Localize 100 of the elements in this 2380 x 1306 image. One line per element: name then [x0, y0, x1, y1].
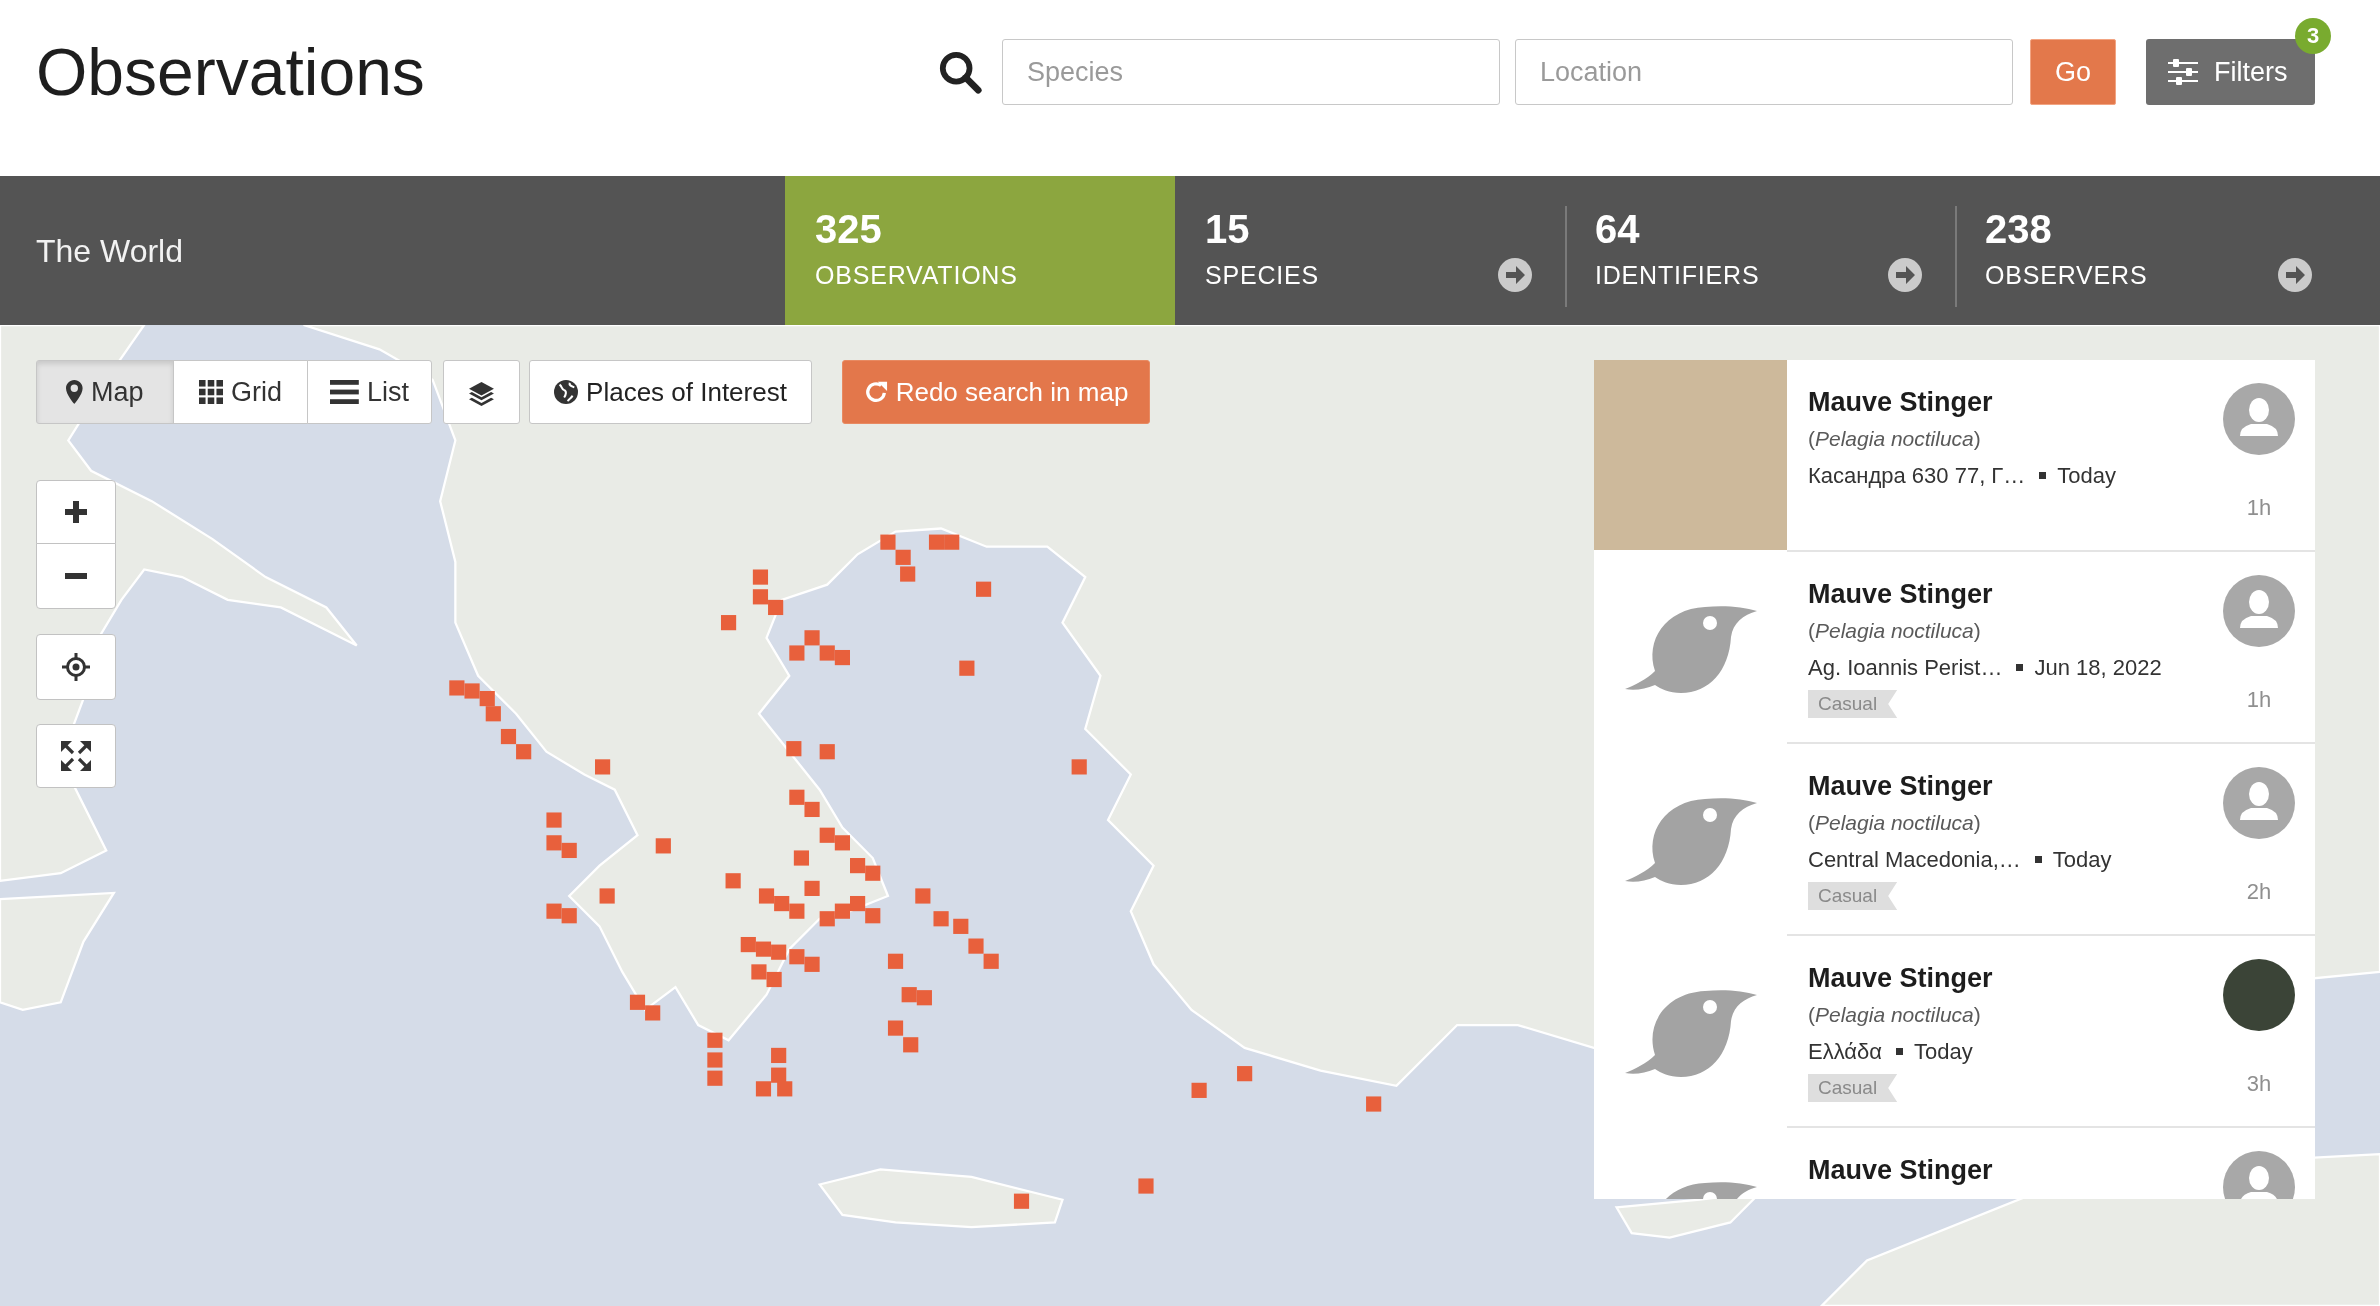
observation-square [561, 842, 577, 858]
observation-square [953, 918, 969, 934]
observation-square [887, 953, 904, 969]
page-title: Observations [36, 39, 425, 105]
species-name[interactable]: Mauve Stinger [1808, 768, 2223, 804]
observation-square [804, 956, 820, 972]
list-view-tab[interactable]: List [307, 360, 432, 424]
places-of-interest-button[interactable]: Places of Interest [529, 360, 812, 424]
bullet-icon [1896, 1048, 1904, 1055]
observation-square [819, 744, 835, 760]
species-name[interactable]: Mauve Stinger [1808, 1152, 2223, 1188]
layers-icon [469, 381, 494, 406]
grid-icon [199, 380, 223, 404]
observation-square [500, 728, 517, 745]
observation-square [546, 903, 562, 919]
grid-view-tab[interactable]: Grid [173, 360, 308, 424]
observation-square [944, 534, 960, 550]
observation-square [645, 1005, 661, 1021]
place-name: The World [35, 231, 184, 271]
arrow-right-icon [1498, 258, 1532, 292]
observation-square [629, 994, 646, 1010]
scientific-name: (Pelagia noctiluca) [1808, 618, 1982, 644]
layers-button[interactable] [443, 360, 520, 424]
location-text: Ag. Ioannis Perist… [1808, 654, 2003, 682]
observation-square [933, 911, 949, 927]
observation-square [834, 650, 850, 666]
refresh-icon [863, 380, 888, 404]
observation-square [464, 683, 480, 699]
arrow-right-icon [2278, 258, 2312, 292]
time-ago-text: 1h [2246, 494, 2272, 522]
observation-square [789, 949, 805, 965]
list-icon [330, 380, 359, 404]
observation-square [1191, 1082, 1207, 1098]
observation-square [1071, 759, 1087, 775]
observation-square [595, 759, 611, 775]
date-text: Today [2052, 846, 2112, 874]
zoom-out-button[interactable] [36, 543, 116, 609]
bullet-icon [2039, 472, 2047, 479]
species-name[interactable]: Mauve Stinger [1808, 960, 2223, 996]
observation-square [819, 911, 835, 927]
observation-square [516, 744, 532, 760]
bullet-icon [2034, 856, 2042, 863]
time-ago-text: 2h [2246, 878, 2272, 906]
date-text: Today [2057, 462, 2116, 490]
locate-icon [62, 653, 90, 681]
locate-button[interactable] [36, 634, 116, 700]
observation-square [1366, 1096, 1382, 1112]
observation-square [771, 1067, 787, 1083]
plus-icon [65, 501, 87, 523]
observation-square [804, 630, 820, 646]
globe-icon [554, 380, 579, 404]
date-text: Today [1914, 1038, 1973, 1066]
observation-square [895, 549, 911, 565]
observation-square [928, 534, 945, 550]
scientific-name: (Pelagia noctiluca) [1808, 426, 1982, 452]
observation-square [561, 908, 577, 924]
observation-square [976, 581, 992, 597]
time-ago-text: 1h [2246, 686, 2272, 714]
scientific-name: (Pelagia noctiluca) [1808, 810, 1982, 836]
time-ago-text: 3h [2246, 1070, 2272, 1098]
scientific-name: (Pelagia noctiluca) [1808, 1002, 1982, 1028]
location-text: Central Macedonia,… [1808, 846, 2021, 874]
quality-grade-tag: Casual [1808, 882, 1898, 910]
observation-square [903, 1037, 919, 1053]
observation-square [959, 660, 975, 676]
observation-square [789, 645, 805, 661]
observation-square [865, 908, 881, 924]
arrow-right-icon [1888, 258, 1922, 292]
stat-tab[interactable]: 15 SPECIES [1175, 176, 1565, 325]
observation-square [707, 1070, 723, 1086]
observation-square [546, 835, 562, 851]
map-view-tab[interactable]: Map [36, 360, 174, 424]
location-search-field[interactable]: Location [1515, 39, 2013, 105]
observation-square [819, 645, 835, 661]
bullet-icon [2016, 664, 2024, 671]
observation-square [1237, 1066, 1253, 1082]
quality-grade-tag: Casual [1808, 690, 1898, 718]
zoom-in-button[interactable] [36, 480, 116, 544]
species-name[interactable]: Mauve Stinger [1808, 384, 2223, 420]
filter-count-badge: 3 [2295, 18, 2331, 54]
observation-square [751, 964, 767, 980]
observation-square [755, 1081, 772, 1097]
pin-icon [66, 380, 84, 404]
observation-square [865, 865, 881, 881]
date-text: Jun 18, 2022 [2034, 654, 2162, 682]
observation-square [771, 1047, 787, 1064]
location-text: Ελλάδα [1808, 1038, 1883, 1066]
observation-square [916, 990, 932, 1006]
observation-square [850, 858, 866, 874]
expand-icon [61, 741, 91, 771]
observation-square [887, 1020, 904, 1036]
observation-square [983, 953, 999, 969]
fullscreen-button[interactable] [36, 724, 116, 788]
observation-square [546, 812, 562, 828]
species-search-field[interactable]: Species [1002, 39, 1500, 105]
species-name[interactable]: Mauve Stinger [1808, 576, 2223, 612]
observation-square [485, 706, 501, 722]
location-text: Касандра 630 77, Г… [1808, 462, 2026, 490]
observation-square [786, 741, 802, 757]
minus-icon [65, 573, 87, 579]
